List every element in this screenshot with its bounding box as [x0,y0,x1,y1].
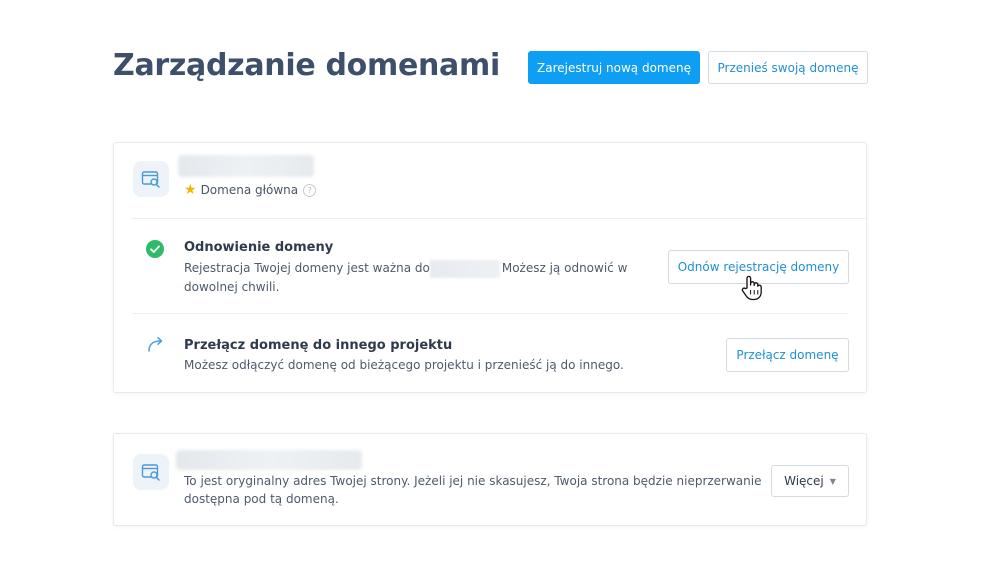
expiry-date-redacted [429,259,500,278]
hand-pointer-icon [741,275,763,306]
divider [132,218,866,219]
renewal-title: Odnowienie domeny [184,240,334,255]
original-domain-card: To jest oryginalny adres Twojej strony. … [113,433,867,526]
renewal-description: Rejestracja Twojej domeny jest ważna do M… [184,259,644,296]
check-circle-icon [146,240,164,263]
switch-project-title: Przełącz domenę do innego projektu [184,338,453,353]
original-desc-line1: To jest oryginalny adres Twojej strony. … [184,474,762,488]
arrow-curve-icon [147,336,165,357]
domain-browser-icon [133,454,169,490]
register-domain-button[interactable]: Zarejestruj nową domenę [528,51,700,84]
page-title: Zarządzanie domenami [113,48,500,83]
renewal-desc-before: Rejestracja Twojej domeny jest ważna do [184,261,430,275]
renewal-desc-after: Możesz ją odnowić w [501,261,628,275]
help-circle-icon[interactable]: ? [303,183,317,197]
renewal-desc-line2: dowolnej chwili. [184,279,280,294]
domain-browser-icon [133,161,169,197]
original-desc-line2: dostępna pod tą domeną. [184,492,339,506]
more-button-label: Więcej [784,474,824,488]
original-address-description: To jest oryginalny adres Twojej strony. … [184,472,764,508]
switch-domain-button[interactable]: Przełącz domenę [726,338,849,372]
star-icon: ★ [184,182,197,198]
more-dropdown-button[interactable]: Więcej ▼ [771,465,849,497]
switch-project-description: Możesz odłączyć domenę od bieżącego proj… [184,358,624,372]
transfer-domain-button[interactable]: Przenieś swoją domenę [708,51,868,84]
divider [132,313,848,314]
original-address-redacted [176,450,362,470]
domain-name-redacted [178,155,314,177]
main-domain-card: ★ Domena główna ? Odnowienie domeny Reje… [113,142,867,393]
caret-down-icon: ▼ [829,476,836,486]
main-domain-label: Domena główna [200,183,299,197]
main-domain-badge: ★ Domena główna ? [184,182,317,198]
